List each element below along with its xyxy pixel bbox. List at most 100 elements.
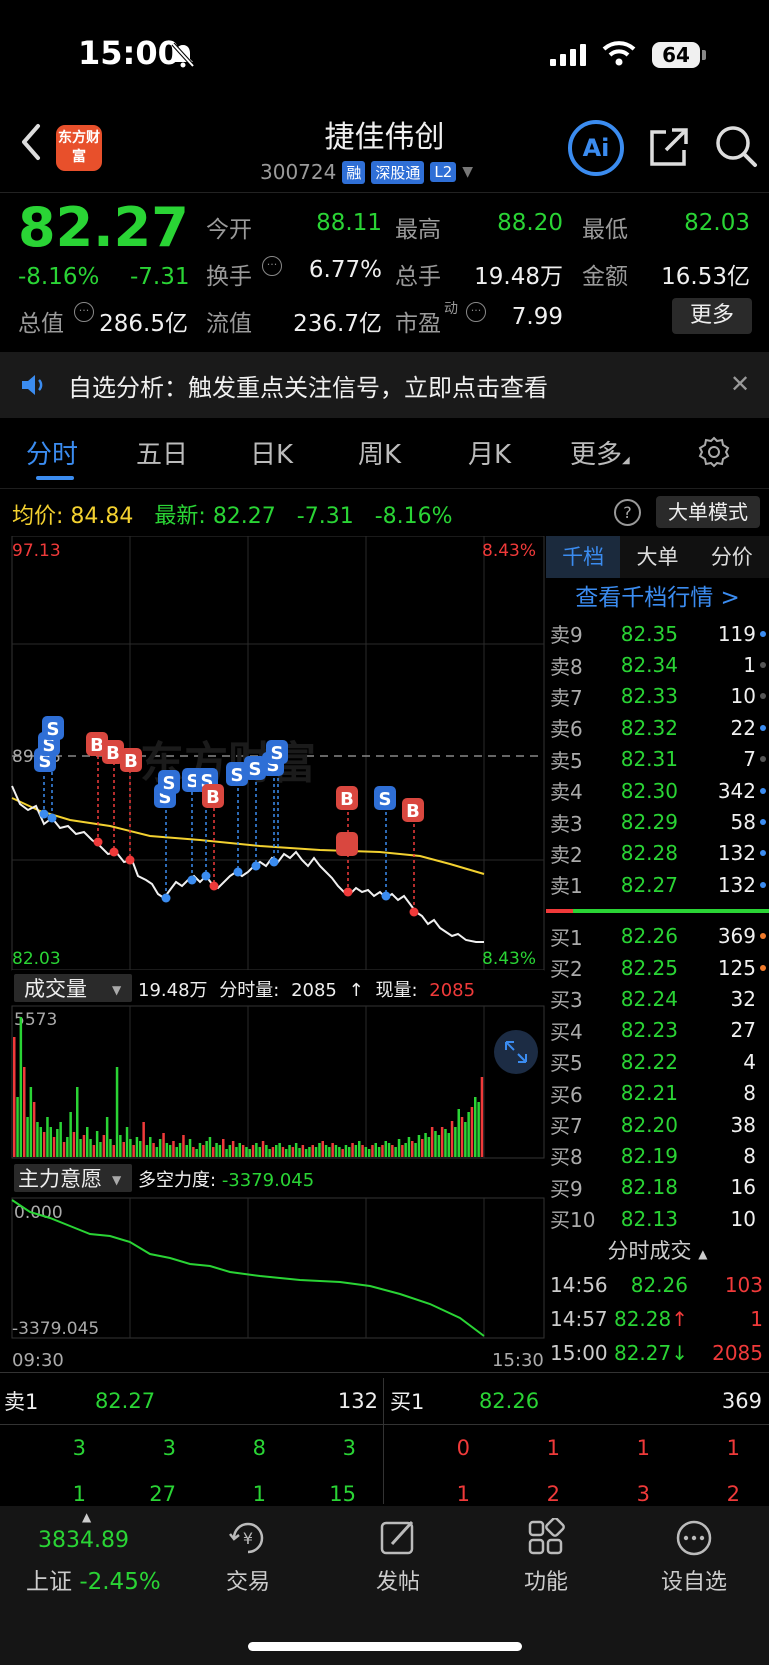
main-force-gridlines	[129, 1198, 485, 1338]
volume-bar	[72, 1132, 76, 1157]
nav-functions[interactable]: 功能	[486, 1517, 606, 1596]
bid-price: 82.23	[620, 1018, 678, 1043]
tab-five-day[interactable]: 五日	[136, 434, 188, 471]
queue-row-1: 3 3 8 3 0 1 1 1	[0, 1425, 769, 1471]
ask-row[interactable]: 卖1 82.27 132	[546, 869, 769, 900]
more-stats-button[interactable]: 更多	[672, 298, 752, 334]
share-icon[interactable]	[648, 126, 690, 168]
nav-add-watchlist-label: 设自选	[660, 1570, 727, 1595]
volume-bar	[95, 1131, 99, 1157]
expand-chart-button[interactable]	[494, 1030, 538, 1074]
view-levels-link[interactable]: 查看千档行情 >	[546, 578, 769, 618]
ask-row[interactable]: 卖3 82.29 58	[546, 806, 769, 837]
volume-bar	[477, 1102, 480, 1157]
volume-total: 19.48万	[138, 980, 208, 1001]
ask-label: 卖7	[550, 685, 583, 710]
notice-text[interactable]: 自选分析：触发重点关注信号，立即点击查看	[68, 368, 548, 403]
bid-row[interactable]: 买7 82.20 38	[546, 1109, 769, 1140]
trade-price: 82.27	[613, 1341, 672, 1366]
bid-row[interactable]: 买9 82.18 16	[546, 1172, 769, 1203]
speaker-icon	[22, 375, 43, 395]
trades-title[interactable]: 分时成交 ▲	[546, 1234, 769, 1268]
bid-dot	[760, 933, 766, 940]
volume-bar	[391, 1145, 394, 1157]
trade-volume: 1	[750, 1307, 763, 1332]
tab-daily-k[interactable]: 日K	[250, 434, 293, 471]
stock-code-row[interactable]: 300724 融 深股通 L2 ▼	[260, 160, 473, 184]
bid-row[interactable]: 买6 82.21 8	[546, 1077, 769, 1108]
nav-trade[interactable]: ¥ 交易	[188, 1518, 308, 1596]
intraday-chart[interactable]: 东方财富 97.13 8.43% 89.58 82.03 8.43%	[0, 536, 546, 1372]
svg-text:B: B	[406, 801, 420, 822]
volume-bar	[218, 1145, 222, 1157]
ask-row[interactable]: 卖8 82.34 1	[546, 649, 769, 680]
ask-row[interactable]: 卖2 82.28 132	[546, 838, 769, 869]
tab-more[interactable]: 更多◢	[570, 434, 630, 471]
sell-queue-cell: 3	[72, 1436, 86, 1460]
bid-row[interactable]: 买4 82.23 27	[546, 1015, 769, 1046]
tab-intraday[interactable]: 分时	[26, 434, 78, 471]
volume-bar	[132, 1145, 135, 1157]
bid-row[interactable]: 买5 82.22 4	[546, 1046, 769, 1077]
volume-bar	[268, 1149, 271, 1157]
volume-bar	[119, 1135, 122, 1157]
ai-assistant-button[interactable]: Ai	[568, 120, 624, 176]
ask-row[interactable]: 卖5 82.31 7	[546, 744, 769, 775]
tab-weekly-k[interactable]: 周K	[358, 434, 401, 471]
volume-bar	[202, 1145, 205, 1157]
settings-gear-icon[interactable]	[698, 436, 730, 468]
bid-row[interactable]: 买1 82.26 369	[546, 921, 769, 952]
volume-bar	[39, 1127, 42, 1157]
bid-dot	[760, 996, 766, 1002]
help-icon[interactable]: ?	[614, 499, 641, 526]
bid-dot	[760, 964, 766, 971]
ask-row[interactable]: 卖9 82.35 119	[546, 618, 769, 649]
tab-price-breakdown[interactable]: 分价	[695, 536, 769, 578]
index-row[interactable]: 上证 -2.45%	[26, 1562, 161, 1596]
tab-monthly-k[interactable]: 月K	[468, 434, 511, 471]
volume-bar	[42, 1132, 46, 1157]
tab-thousand-levels[interactable]: 千档	[546, 536, 621, 578]
volume-bar	[152, 1143, 155, 1157]
volume-bar	[135, 1137, 139, 1157]
volume-bar	[331, 1143, 334, 1157]
nav-post[interactable]: 发帖	[338, 1518, 458, 1596]
ask-row[interactable]: 卖6 82.32 22	[546, 712, 769, 743]
trade-row: 14:57 82.28↑ 1	[546, 1302, 769, 1336]
l1-buy-price: 82.26	[478, 1389, 540, 1413]
bid-row[interactable]: 买8 82.19 8	[546, 1140, 769, 1171]
volume-bar	[248, 1149, 251, 1157]
volume-bar	[182, 1135, 185, 1157]
svg-text:S: S	[163, 773, 176, 794]
tab-big-orders[interactable]: 大单	[620, 536, 694, 578]
volume-bar	[281, 1147, 285, 1157]
bid-row[interactable]: 买10 82.13 10	[546, 1203, 769, 1234]
nav-add-watchlist[interactable]: 设自选	[634, 1518, 754, 1596]
volume-bar	[294, 1143, 298, 1157]
ask-row[interactable]: 卖4 82.30 342	[546, 775, 769, 806]
ask-volume: 132	[717, 872, 756, 897]
trade-volume: 2085	[712, 1341, 763, 1366]
volume-bar	[291, 1147, 295, 1157]
volume-bar	[314, 1147, 318, 1157]
bid-row[interactable]: 买2 82.25 125	[546, 952, 769, 983]
ask-row[interactable]: 卖7 82.33 10	[546, 681, 769, 712]
index-value[interactable]: 3834.89	[38, 1528, 129, 1553]
home-indicator	[248, 1642, 522, 1651]
trade-price-cell: 82.26	[608, 1273, 688, 1297]
ask-price: 82.27	[620, 872, 678, 897]
ask-label: 卖2	[550, 842, 583, 867]
buy-queue-cell: 3	[636, 1482, 650, 1506]
volume-dropdown-icon: ▼	[112, 983, 122, 997]
big-order-mode-button[interactable]: 大单模式	[656, 496, 760, 528]
pe-value: 7.99	[511, 304, 563, 330]
volume-bar	[195, 1149, 198, 1157]
search-icon[interactable]	[714, 124, 758, 168]
ask-label: 卖8	[550, 654, 583, 679]
market-cap-info-icon[interactable]: ···	[74, 302, 94, 322]
bid-row[interactable]: 买3 82.24 32	[546, 983, 769, 1014]
volume-bar	[364, 1147, 368, 1157]
ask-volume: 1	[743, 653, 756, 678]
close-icon[interactable]: ✕	[730, 370, 750, 398]
bid-dot	[760, 1122, 766, 1128]
